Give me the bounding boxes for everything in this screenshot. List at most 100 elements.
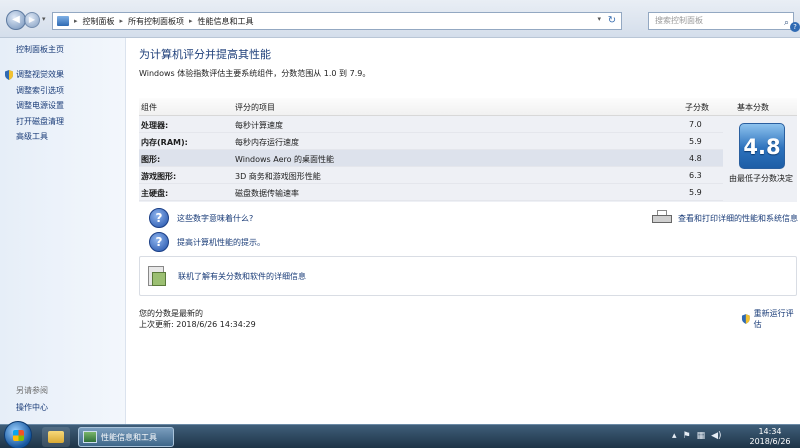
- question-icon: ?: [149, 208, 169, 228]
- software-icon: [146, 264, 168, 288]
- chevron-right-icon[interactable]: ▸: [189, 17, 193, 25]
- header-component: 组件: [141, 103, 157, 112]
- sidebar-item-label: 调整电源设置: [16, 101, 64, 110]
- main-content: 为计算机评分并提高其性能 Windows 体验指数评估主要系统组件，分数范围从 …: [127, 38, 800, 424]
- header-rated-item: 评分的项目: [235, 103, 275, 112]
- row-item: 每秒内存运行速度: [235, 138, 299, 147]
- sidebar-item-label: 调整视觉效果: [16, 70, 64, 79]
- breadcrumb[interactable]: ▸ 控制面板 ▸ 所有控制面板项 ▸ 性能信息和工具 ▾ ↻: [52, 12, 622, 30]
- search-input[interactable]: 搜索控制面板 ⌕: [648, 12, 794, 30]
- header-basescore: 基本分数: [737, 103, 769, 112]
- question-icon: ?: [149, 232, 169, 252]
- printer-icon: [652, 210, 672, 226]
- row-component: 内存(RAM):: [141, 138, 188, 147]
- sidebar-item-disk-cleanup[interactable]: 打开磁盘清理: [4, 114, 64, 130]
- help-icon[interactable]: ?: [790, 22, 800, 32]
- base-score-panel: 4.8 由最低子分数决定: [723, 116, 797, 202]
- help-link-label[interactable]: 这些数字意味着什么?: [177, 213, 253, 224]
- last-update: 上次更新: 2018/6/26 14:34:29: [139, 320, 256, 329]
- base-score-badge: 4.8: [739, 123, 785, 169]
- print-details-label[interactable]: 查看和打印详细的性能和系统信息: [678, 213, 798, 224]
- help-link-label[interactable]: 提高计算机性能的提示。: [177, 237, 265, 248]
- table-row: 处理器: 每秒计算速度 7.0: [139, 116, 723, 133]
- clock-date: 2018/6/26: [749, 437, 791, 446]
- page-title: 为计算机评分并提高其性能: [139, 48, 271, 61]
- sidebar-item-label: 调整索引选项: [16, 85, 64, 95]
- table-row: 主硬盘: 磁盘数据传输速率 5.9: [139, 184, 723, 201]
- row-score: 5.9: [689, 188, 702, 197]
- address-dropdown-icon[interactable]: ▾: [597, 15, 601, 23]
- row-item: 每秒计算速度: [235, 121, 283, 130]
- base-score-caption: 由最低子分数决定: [729, 174, 793, 183]
- rerun-label[interactable]: 重新运行评估: [754, 308, 800, 330]
- row-score: 7.0: [689, 120, 702, 129]
- table-header: 组件 评分的项目 子分数 基本分数: [139, 98, 797, 116]
- row-score: 6.3: [689, 171, 702, 180]
- breadcrumb-all-items[interactable]: 所有控制面板项: [128, 16, 184, 27]
- search-placeholder: 搜索控制面板: [655, 16, 703, 25]
- taskbar: 性能信息和工具 ▴ ⚑ ▦ ◀) 14:34 2018/6/26: [0, 421, 800, 448]
- rerun-assessment-link[interactable]: 重新运行评估: [741, 308, 800, 330]
- performance-icon: [83, 431, 97, 443]
- table-row: 内存(RAM): 每秒内存运行速度 5.9: [139, 133, 723, 150]
- windows-logo-icon: [13, 430, 24, 441]
- row-component: 处理器:: [141, 121, 169, 130]
- row-component: 主硬盘:: [141, 189, 169, 198]
- search-icon[interactable]: ⌕: [784, 15, 789, 31]
- sidebar-item-advanced-tools[interactable]: 高级工具: [4, 129, 64, 145]
- sidebar-home-link[interactable]: 控制面板主页: [16, 44, 64, 55]
- page-subtitle: Windows 体验指数评估主要系统组件，分数范围从 1.0 到 7.9。: [139, 69, 371, 78]
- see-also-heading: 另请参阅: [16, 386, 48, 395]
- explorer-taskbar-button[interactable]: [42, 427, 70, 447]
- system-tray: ▴ ⚑ ▦ ◀): [672, 431, 722, 441]
- table-row-lowest: 图形: Windows Aero 的桌面性能 4.8: [139, 150, 723, 167]
- address-bar: ◀ ▶ ▾ ▸ 控制面板 ▸ 所有控制面板项 ▸ 性能信息和工具 ▾ ↻ 搜索控…: [0, 0, 800, 38]
- row-component: 游戏图形:: [141, 172, 177, 181]
- uac-shield-icon: [741, 314, 750, 324]
- row-item: Windows Aero 的桌面性能: [235, 155, 335, 164]
- start-button[interactable]: [4, 421, 32, 448]
- score-status: 您的分数是最新的: [139, 309, 203, 318]
- sidebar-item-label: 高级工具: [16, 132, 48, 141]
- help-link-tips[interactable]: ? 提高计算机性能的提示。: [149, 232, 265, 252]
- row-item: 3D 商务和游戏图形性能: [235, 172, 321, 181]
- action-center-link[interactable]: 操作中心: [16, 402, 48, 413]
- chevron-right-icon[interactable]: ▸: [74, 17, 78, 25]
- sidebar-item-power[interactable]: 调整电源设置: [4, 98, 64, 114]
- score-table: 组件 评分的项目 子分数 基本分数 处理器: 每秒计算速度 7.0 内存(RAM…: [139, 98, 797, 202]
- breadcrumb-control-panel[interactable]: 控制面板: [83, 16, 115, 27]
- taskbar-window-button[interactable]: 性能信息和工具: [78, 427, 174, 447]
- print-details-link[interactable]: 查看和打印详细的性能和系统信息: [652, 210, 798, 226]
- network-icon[interactable]: ▦: [697, 431, 706, 441]
- forward-button[interactable]: ▶: [24, 12, 40, 28]
- volume-icon[interactable]: ◀): [711, 431, 721, 441]
- row-score: 4.8: [689, 154, 702, 163]
- back-button[interactable]: ◀: [6, 10, 26, 30]
- sidebar-item-label: 打开磁盘清理: [16, 116, 64, 126]
- online-info-link[interactable]: 联机了解有关分数和软件的详细信息: [178, 271, 306, 282]
- clock[interactable]: 14:34 2018/6/26: [746, 427, 794, 447]
- table-row: 游戏图形: 3D 商务和游戏图形性能 6.3: [139, 167, 723, 184]
- row-component: 图形:: [141, 155, 161, 164]
- clock-time: 14:34: [758, 427, 782, 436]
- control-panel-icon: [57, 16, 69, 26]
- breadcrumb-performance[interactable]: 性能信息和工具: [198, 16, 254, 27]
- sidebar: 控制面板主页 调整视觉效果 调整索引选项 调整电源设置 打开磁盘清理 高级工具 …: [0, 38, 126, 424]
- show-hidden-icons-icon[interactable]: ▴: [672, 431, 677, 441]
- online-info-box[interactable]: 联机了解有关分数和软件的详细信息: [139, 256, 797, 296]
- sidebar-item-indexing[interactable]: 调整索引选项: [4, 83, 64, 99]
- taskbar-window-label: 性能信息和工具: [101, 432, 157, 442]
- sidebar-task-list: 调整视觉效果 调整索引选项 调整电源设置 打开磁盘清理 高级工具: [4, 67, 64, 145]
- help-link-meaning[interactable]: ? 这些数字意味着什么?: [149, 208, 253, 228]
- uac-shield-icon: [5, 70, 13, 80]
- recent-pages-dropdown-icon[interactable]: ▾: [42, 15, 46, 23]
- action-flag-icon[interactable]: ⚑: [683, 431, 691, 441]
- sidebar-item-visual-effects[interactable]: 调整视觉效果: [4, 67, 64, 83]
- row-score: 5.9: [689, 137, 702, 146]
- header-subscore: 子分数: [685, 103, 709, 112]
- table-body: 处理器: 每秒计算速度 7.0 内存(RAM): 每秒内存运行速度 5.9 图形…: [139, 116, 723, 202]
- refresh-icon[interactable]: ↻: [605, 14, 619, 28]
- folder-icon: [48, 431, 64, 443]
- chevron-right-icon[interactable]: ▸: [120, 17, 124, 25]
- row-item: 磁盘数据传输速率: [235, 189, 299, 198]
